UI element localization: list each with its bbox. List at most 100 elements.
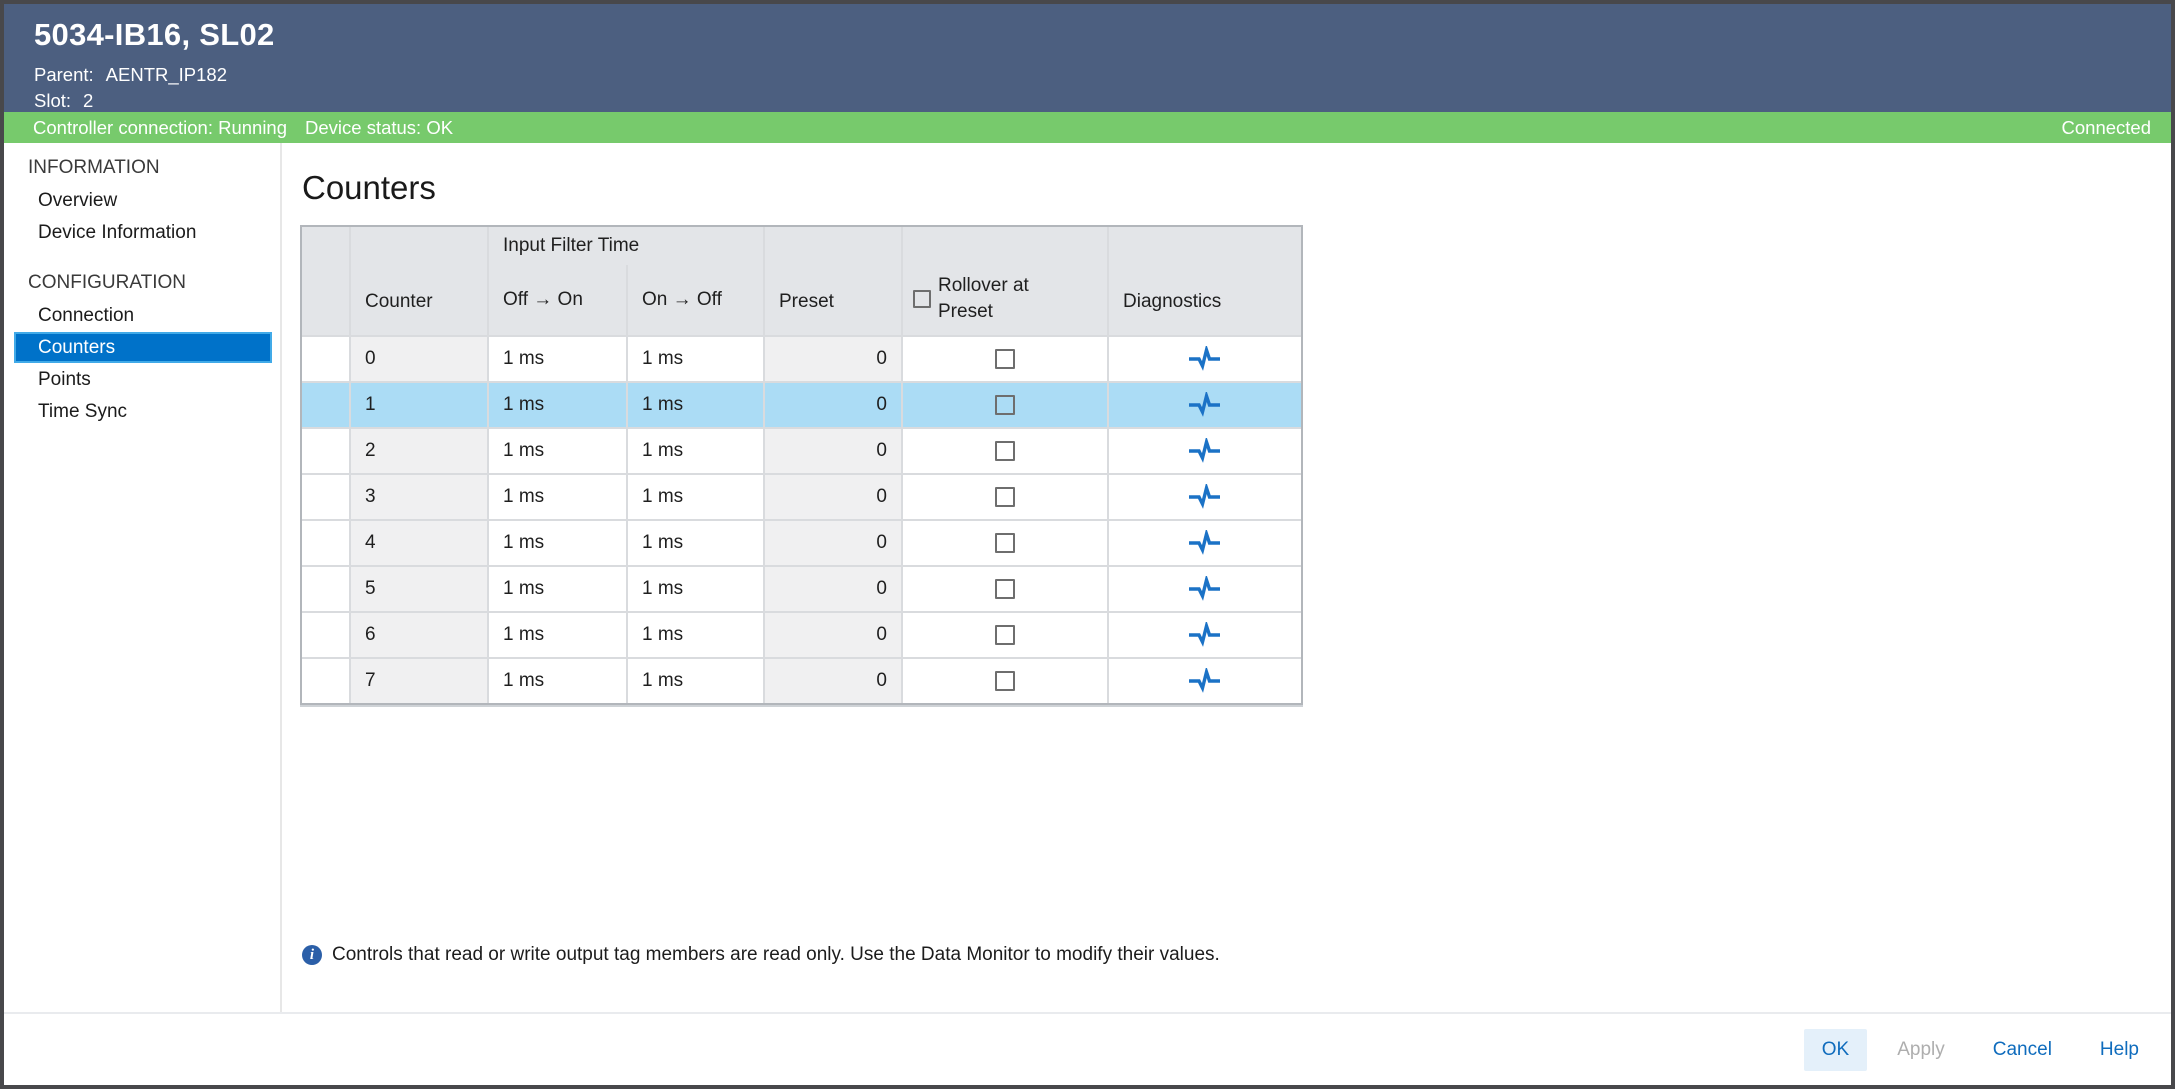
filter-off-on-cell[interactable]: 1 ms: [487, 519, 626, 565]
preset-cell: 0: [763, 473, 901, 519]
counter-cell: 3: [349, 473, 487, 519]
sidebar-item-connection[interactable]: Connection: [14, 300, 272, 331]
preset-cell: 0: [763, 611, 901, 657]
row-selector-cell[interactable]: [302, 335, 349, 381]
diagnostics-pulse-icon[interactable]: [1187, 346, 1223, 372]
row-selector-cell[interactable]: [302, 519, 349, 565]
controller-connection-status: Controller connection: Running: [33, 117, 287, 139]
filter-on-off-cell[interactable]: 1 ms: [626, 519, 763, 565]
counter-cell: 5: [349, 565, 487, 611]
filter-on-off-cell[interactable]: 1 ms: [626, 611, 763, 657]
diagnostics-pulse-icon[interactable]: [1187, 484, 1223, 510]
diagnostics-pulse-icon[interactable]: [1187, 576, 1223, 602]
column-group-input-filter-time: Input Filter Time: [487, 227, 763, 265]
device-profile-window: 5034-IB16, SL02 Parent:AENTR_IP182 Slot:…: [0, 0, 2175, 1089]
table-row: 2 1 ms 1 ms 0: [302, 427, 1301, 473]
filter-on-off-cell[interactable]: 1 ms: [626, 657, 763, 703]
column-header-off-on: Off → On: [487, 265, 626, 335]
filter-on-off-cell[interactable]: 1 ms: [626, 335, 763, 381]
counter-cell: 6: [349, 611, 487, 657]
rollover-checkbox[interactable]: [995, 349, 1015, 369]
table-row: 1 1 ms 1 ms 0: [302, 381, 1301, 427]
filter-off-on-cell[interactable]: 1 ms: [487, 473, 626, 519]
sidebar-item-time-sync[interactable]: Time Sync: [14, 396, 272, 427]
filter-off-on-cell[interactable]: 1 ms: [487, 335, 626, 381]
rollover-checkbox[interactable]: [995, 579, 1015, 599]
info-note-text: Controls that read or write output tag m…: [332, 944, 1220, 966]
sidebar-section: CONFIGURATION ConnectionCountersPointsTi…: [4, 266, 280, 427]
table-row: 4 1 ms 1 ms 0: [302, 519, 1301, 565]
counters-table-wrap: Counter Input Filter Time Preset Rollove…: [300, 225, 1303, 705]
diagnostics-cell: [1107, 657, 1301, 703]
sidebar-section-header: CONFIGURATION: [4, 266, 280, 299]
counter-cell: 7: [349, 657, 487, 703]
counters-table: Counter Input Filter Time Preset Rollove…: [302, 227, 1301, 703]
diagnostics-pulse-icon[interactable]: [1187, 622, 1223, 648]
apply-button[interactable]: Apply: [1879, 1029, 1963, 1071]
column-header-diagnostics: Diagnostics: [1107, 227, 1301, 335]
rollover-cell: [901, 381, 1107, 427]
table-row: 3 1 ms 1 ms 0: [302, 473, 1301, 519]
diagnostics-pulse-icon[interactable]: [1187, 530, 1223, 556]
filter-on-off-cell[interactable]: 1 ms: [626, 473, 763, 519]
filter-off-on-cell[interactable]: 1 ms: [487, 381, 626, 427]
rollover-checkbox[interactable]: [995, 625, 1015, 645]
preset-cell: 0: [763, 565, 901, 611]
slot-label: Slot:: [34, 90, 71, 111]
row-selector-cell[interactable]: [302, 381, 349, 427]
row-selector-cell[interactable]: [302, 565, 349, 611]
filter-on-off-cell[interactable]: 1 ms: [626, 427, 763, 473]
sidebar-item-device-information[interactable]: Device Information: [14, 217, 272, 248]
preset-cell: 0: [763, 381, 901, 427]
device-status: Device status: OK: [305, 117, 453, 139]
cancel-button[interactable]: Cancel: [1975, 1029, 2070, 1071]
rollover-cell: [901, 565, 1107, 611]
rollover-checkbox[interactable]: [995, 671, 1015, 691]
slot-value: 2: [83, 90, 93, 111]
column-header-rollover: Rollover at Preset: [901, 227, 1107, 335]
table-row: 0 1 ms 1 ms 0: [302, 335, 1301, 381]
diagnostics-pulse-icon[interactable]: [1187, 392, 1223, 418]
preset-cell: 0: [763, 335, 901, 381]
column-header-preset: Preset: [763, 227, 901, 335]
sidebar-item-points[interactable]: Points: [14, 364, 272, 395]
rollover-cell: [901, 611, 1107, 657]
diagnostics-pulse-icon[interactable]: [1187, 438, 1223, 464]
row-selector-cell[interactable]: [302, 657, 349, 703]
ok-button[interactable]: OK: [1804, 1029, 1867, 1071]
info-icon: i: [302, 945, 322, 965]
row-selector-cell[interactable]: [302, 473, 349, 519]
diagnostics-cell: [1107, 427, 1301, 473]
rollover-checkbox[interactable]: [995, 533, 1015, 553]
rollover-cell: [901, 427, 1107, 473]
row-selector-cell[interactable]: [302, 611, 349, 657]
rollover-select-all-checkbox[interactable]: [913, 290, 931, 308]
rollover-cell: [901, 473, 1107, 519]
diagnostics-cell: [1107, 473, 1301, 519]
rollover-checkbox[interactable]: [995, 441, 1015, 461]
filter-off-on-cell[interactable]: 1 ms: [487, 657, 626, 703]
row-selector-cell[interactable]: [302, 427, 349, 473]
diagnostics-cell: [1107, 335, 1301, 381]
rollover-header-line1: Rollover at: [938, 275, 1029, 296]
rollover-header-line2: Preset: [938, 301, 993, 322]
filter-off-on-cell[interactable]: 1 ms: [487, 427, 626, 473]
filter-off-on-cell[interactable]: 1 ms: [487, 565, 626, 611]
device-title: 5034-IB16, SL02: [34, 17, 2171, 53]
filter-on-off-cell[interactable]: 1 ms: [626, 381, 763, 427]
filter-off-on-cell[interactable]: 1 ms: [487, 611, 626, 657]
page-title: Counters: [302, 169, 2171, 207]
counter-cell: 2: [349, 427, 487, 473]
sidebar-item-overview[interactable]: Overview: [14, 185, 272, 216]
diagnostics-pulse-icon[interactable]: [1187, 668, 1223, 694]
filter-on-off-cell[interactable]: 1 ms: [626, 565, 763, 611]
window-body: INFORMATION OverviewDevice Information C…: [4, 143, 2171, 1012]
preset-cell: 0: [763, 427, 901, 473]
status-bar: Controller connection: Running Device st…: [4, 112, 2171, 143]
rollover-checkbox[interactable]: [995, 487, 1015, 507]
counter-cell: 4: [349, 519, 487, 565]
sidebar-item-counters[interactable]: Counters: [14, 332, 272, 363]
rollover-checkbox[interactable]: [995, 395, 1015, 415]
preset-cell: 0: [763, 519, 901, 565]
help-button[interactable]: Help: [2082, 1029, 2157, 1071]
